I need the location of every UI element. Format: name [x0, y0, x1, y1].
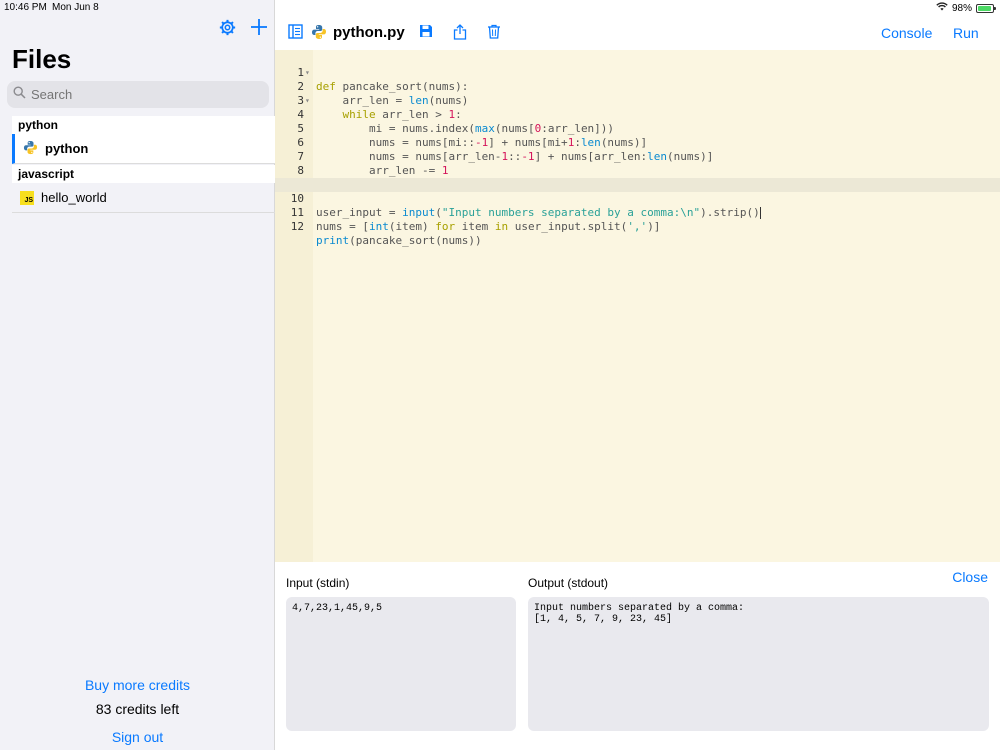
run-button[interactable]: Run: [953, 25, 979, 41]
editor-toolbar: python.py Console Run: [275, 16, 1000, 50]
save-icon[interactable]: [419, 24, 433, 43]
credits-remaining: 83 credits left: [95, 701, 180, 717]
file-item-label: python: [45, 141, 89, 156]
add-file-plus-icon[interactable]: [250, 18, 268, 41]
sidebar-actions: [219, 18, 268, 41]
sidebar: Files python python javascript JS hello_…: [0, 0, 275, 750]
battery-percent: 98%: [951, 2, 972, 14]
file-title: python.py: [333, 24, 405, 41]
battery-icon: [976, 3, 996, 13]
code-line-current: 10 user_input = input("Input numbers sep…: [275, 178, 1000, 219]
status-bar: 10:46 PM Mon Jun 8 98%: [0, 0, 1000, 16]
javascript-icon: JS: [20, 190, 34, 205]
file-item-python[interactable]: python: [12, 134, 275, 164]
group-header-python: python: [12, 116, 275, 134]
input-label: Input (stdin): [286, 576, 350, 590]
code-line: 3 ▾ while arr_len > 1:: [297, 94, 462, 121]
status-right: 98%: [936, 2, 996, 14]
stdout-output: Input numbers separated by a comma: [1, …: [528, 597, 989, 731]
code-line: 8 return nums: [297, 164, 415, 191]
search-input[interactable]: [31, 87, 251, 102]
search-icon: [13, 85, 26, 104]
code-line: 11 nums = [int(item) for item in user_in…: [290, 206, 661, 233]
file-item-label: hello_world: [41, 190, 107, 205]
sidebar-toggle-icon[interactable]: [288, 24, 303, 44]
wifi-icon: [936, 2, 948, 14]
stdin-input[interactable]: 4,7,23,1,45,9,5: [286, 597, 516, 731]
console-panel: Input (stdin) Output (stdout) Close 4,7,…: [275, 562, 1000, 750]
file-item-hello-world[interactable]: JS hello_world: [12, 183, 275, 213]
output-label: Output (stdout): [528, 576, 609, 590]
code-editor[interactable]: 1 ▾ def pancake_sort(nums): 2 arr_len = l…: [275, 50, 1000, 562]
status-time: 10:46 PM: [4, 2, 47, 13]
close-console-button[interactable]: Close: [952, 569, 988, 585]
console-button[interactable]: Console: [881, 25, 932, 41]
status-date: Mon Jun 8: [52, 2, 99, 13]
settings-gear-icon[interactable]: [219, 19, 236, 41]
share-icon[interactable]: [453, 24, 467, 45]
search-bar[interactable]: [7, 81, 269, 108]
code-line: 9: [275, 164, 1000, 191]
python-icon: [311, 24, 327, 45]
code-line: 5 nums = nums[mi::-1] + nums[mi+1:len(nu…: [297, 122, 648, 149]
code-line: 1 ▾ def pancake_sort(nums):: [297, 66, 469, 93]
group-header-javascript: javascript: [12, 165, 275, 183]
buy-credits-link[interactable]: Buy more credits: [0, 677, 275, 693]
sign-out-link[interactable]: Sign out: [0, 729, 275, 745]
trash-icon[interactable]: [487, 24, 501, 44]
code-line: 7 arr_len -= 1: [297, 150, 449, 177]
code-line: 4 mi = nums.index(max(nums[0:arr_len])): [297, 108, 615, 135]
code-line: 2 arr_len = len(nums): [297, 80, 469, 107]
page-title: Files: [12, 44, 72, 74]
python-icon: [23, 140, 38, 158]
code-line: 12 print(pancake_sort(nums)): [290, 220, 482, 247]
code-line: 6 nums = nums[arr_len-1::-1] + nums[arr_…: [297, 136, 714, 163]
